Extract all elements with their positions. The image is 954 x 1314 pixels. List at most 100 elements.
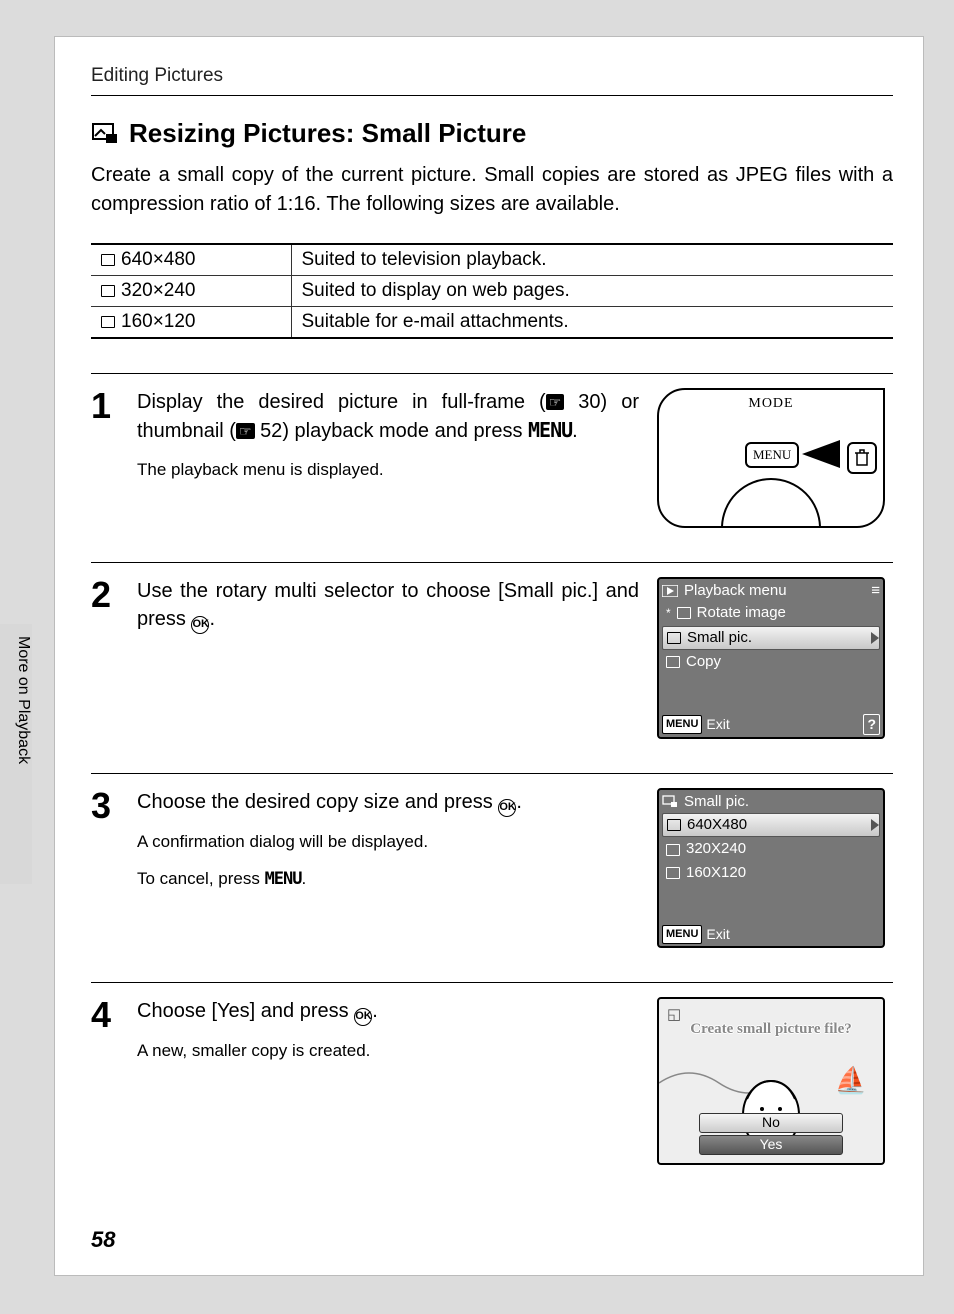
small-pic-icon	[662, 795, 678, 809]
sizes-table: 640×480Suited to television playback.320…	[91, 243, 893, 339]
item-icon	[677, 607, 691, 619]
t: .	[572, 420, 578, 442]
side-tab: More on Playback	[0, 624, 32, 884]
intro-text: Create a small copy of the current pictu…	[91, 161, 893, 219]
page-number: 58	[91, 1227, 115, 1253]
step-number: 1	[91, 388, 119, 528]
item-icon	[666, 867, 680, 879]
page-title-text: Resizing Pictures: Small Picture	[129, 118, 526, 149]
step-main-text: Choose the desired copy size and press O…	[137, 788, 639, 817]
desc-cell: Suited to television playback.	[291, 244, 893, 276]
lcd-header: Small pic.	[662, 792, 880, 812]
item-icon	[667, 819, 681, 831]
step-divider	[91, 562, 893, 563]
menu-item: 320X240	[662, 838, 880, 860]
delete-button	[847, 442, 877, 474]
step-divider	[91, 373, 893, 374]
step-number: 4	[91, 997, 119, 1165]
menu-glyph: MENU	[528, 418, 572, 442]
lcd-footer: MENU Exit	[662, 925, 880, 944]
item-label: 320X240	[686, 839, 746, 859]
size-icon	[101, 285, 115, 297]
menu-item: 640X480	[662, 813, 880, 837]
item-label: Copy	[686, 652, 721, 672]
item-icon	[666, 844, 680, 856]
exit-label: Exit	[706, 715, 729, 734]
lcd-footer: MENU Exit ?	[662, 714, 880, 735]
page-title: Resizing Pictures: Small Picture	[91, 118, 893, 149]
step-3: 3 Choose the desired copy size and press…	[91, 788, 893, 948]
no-button: No	[699, 1113, 843, 1133]
step-sub-text: The playback menu is displayed.	[137, 457, 639, 483]
table-row: 160×120Suitable for e-mail attachments.	[91, 307, 893, 339]
t: 30	[578, 391, 600, 413]
lcd-small-pic-menu: Small pic. 640X480320X240160X120 MENU Ex…	[657, 788, 885, 948]
yes-button: Yes	[699, 1135, 843, 1155]
size-cell: 320×240	[91, 276, 291, 307]
step-4: 4 Choose [Yes] and press OK. A new, smal…	[91, 997, 893, 1165]
table-row: 320×240Suited to display on web pages.	[91, 276, 893, 307]
t: Display the desired picture in full-fram…	[137, 391, 546, 413]
menu-glyph: MENU	[265, 869, 302, 889]
t: .	[302, 869, 307, 888]
page: Editing Pictures Resizing Pictures: Smal…	[54, 36, 924, 1276]
t: To cancel, press	[137, 869, 265, 888]
breadcrumb: Editing Pictures	[91, 65, 893, 87]
exit-label: Exit	[706, 925, 729, 944]
step-divider	[91, 773, 893, 774]
step-main-text: Use the rotary multi selector to choose …	[137, 577, 639, 634]
play-icon	[662, 585, 678, 597]
t: Choose [Yes] and press	[137, 1000, 354, 1022]
t: 52	[260, 420, 282, 442]
divider	[91, 95, 893, 96]
item-label: 640X480	[687, 815, 747, 835]
menu-badge: MENU	[662, 715, 702, 734]
ok-glyph: OK	[498, 799, 516, 817]
camera-illustration: MODE MENU	[657, 388, 893, 528]
step-number: 3	[91, 788, 119, 948]
lcd-confirm-dialog: ◱ Create small picture file? ⛵ No Yes	[657, 997, 885, 1165]
step-sub-text: A confirmation dialog will be displayed.	[137, 829, 639, 855]
lcd-header: Playback menu ≡	[662, 581, 880, 601]
mode-label: MODE	[659, 396, 883, 412]
ok-glyph: OK	[354, 1008, 372, 1026]
desc-cell: Suited to display on web pages.	[291, 276, 893, 307]
ref-icon: ☞	[546, 394, 565, 410]
t: .	[372, 1000, 378, 1022]
t: Choose the desired copy size and press	[137, 791, 498, 813]
t: Small pic.	[684, 792, 749, 812]
step-number: 2	[91, 577, 119, 739]
rotary-selector	[721, 478, 821, 528]
ref-icon: ☞	[236, 423, 255, 439]
menu-item: Copy	[662, 651, 880, 673]
step-divider	[91, 982, 893, 983]
sailboat-icon: ⛵	[835, 1065, 867, 1096]
menu-item: *Rotate image	[662, 602, 880, 624]
item-icon	[666, 656, 680, 668]
help-icon: ?	[863, 714, 880, 735]
menu-badge: MENU	[662, 925, 702, 944]
menu-button: MENU	[745, 442, 799, 468]
lcd-playback-menu: Playback menu ≡ *Rotate image Small pic. C…	[657, 577, 885, 739]
t: Playback menu	[684, 581, 787, 601]
confirm-prompt: Create small picture file?	[659, 1021, 883, 1038]
size-icon	[101, 316, 115, 328]
item-icon	[667, 632, 681, 644]
menu-item: Small pic.	[662, 626, 880, 650]
step-main-text: Display the desired picture in full-fram…	[137, 388, 639, 445]
step-1: 1 Display the desired picture in full-fr…	[91, 388, 893, 528]
t: ) playback mode and press	[282, 420, 528, 442]
desc-cell: Suitable for e-mail attachments.	[291, 307, 893, 339]
size-cell: 160×120	[91, 307, 291, 339]
ok-glyph: OK	[191, 616, 209, 634]
arrow-icon	[802, 440, 840, 468]
step-sub-text-2: To cancel, press MENU.	[137, 866, 639, 893]
step-main-text: Choose [Yes] and press OK.	[137, 997, 639, 1026]
step-2: 2 Use the rotary multi selector to choos…	[91, 577, 893, 739]
item-label: Small pic.	[687, 628, 752, 648]
item-label: Rotate image	[697, 603, 786, 623]
small-pic-icon	[91, 122, 119, 146]
step-sub-text: A new, smaller copy is created.	[137, 1038, 639, 1064]
size-icon	[101, 254, 115, 266]
size-cell: 640×480	[91, 244, 291, 276]
